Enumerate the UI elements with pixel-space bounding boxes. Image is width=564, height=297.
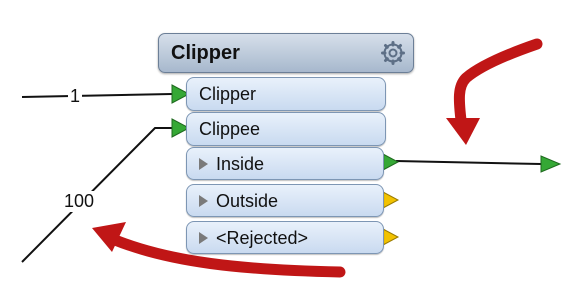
inside-port-icon[interactable]: [382, 153, 400, 171]
output-port-outside[interactable]: Outside: [186, 184, 384, 217]
inside-output-line[interactable]: [395, 160, 542, 165]
clipper-connection-line[interactable]: [21, 93, 173, 98]
input-port-clipper[interactable]: Clipper: [186, 77, 386, 111]
clippee-connection-line[interactable]: [21, 127, 172, 263]
output-port-label: Inside: [216, 154, 265, 174]
canvas[interactable]: 1 100 Clipper Clipper Clippee Inside Out…: [0, 0, 564, 297]
gear-icon[interactable]: [381, 41, 405, 65]
clippee-feature-count: 100: [62, 191, 97, 212]
outside-port-icon[interactable]: [382, 191, 400, 209]
input-port-label: Clippee: [199, 119, 261, 139]
inside-output-arrow-icon: [540, 155, 562, 173]
input-port-label: Clipper: [199, 84, 257, 104]
output-port-label: Outside: [216, 191, 279, 211]
output-port-label: <Rejected>: [216, 228, 309, 248]
input-port-clippee[interactable]: Clippee: [186, 112, 386, 146]
rejected-port-icon[interactable]: [382, 228, 400, 246]
expand-triangle-icon[interactable]: [199, 158, 208, 170]
expand-triangle-icon[interactable]: [199, 232, 208, 244]
expand-triangle-icon[interactable]: [199, 195, 208, 207]
output-port-rejected[interactable]: <Rejected>: [186, 221, 384, 254]
annotation-arrow-upper: [453, 38, 543, 134]
transformer-header[interactable]: Clipper: [158, 33, 414, 73]
output-port-inside[interactable]: Inside: [186, 147, 384, 180]
clipper-feature-count: 1: [68, 86, 83, 107]
transformer-title: Clipper: [171, 42, 240, 64]
annotation-arrowhead-upper: [446, 118, 480, 145]
